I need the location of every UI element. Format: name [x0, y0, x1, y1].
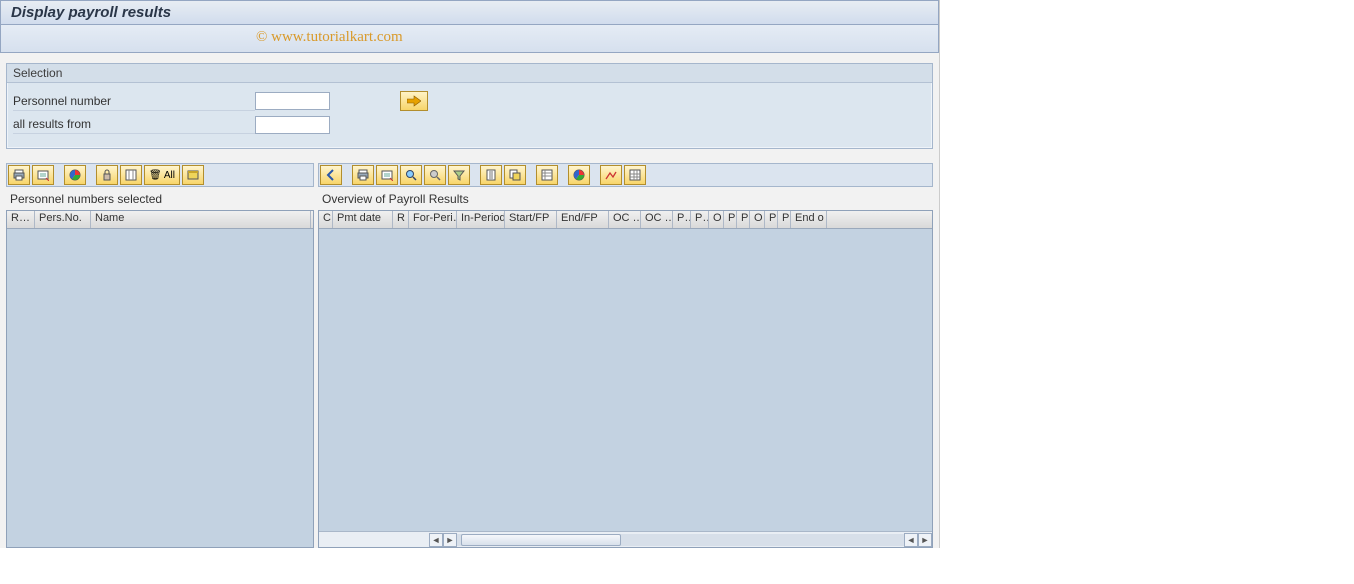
column-header[interactable]: Start/FP: [505, 211, 557, 228]
subtotal-button[interactable]: [504, 165, 526, 185]
print-icon: [13, 169, 25, 181]
print-button[interactable]: [8, 165, 30, 185]
column-header[interactable]: P: [778, 211, 791, 228]
column-header[interactable]: In-Period: [457, 211, 505, 228]
layout-icon: [187, 169, 199, 181]
right-grid: CPmt dateRFor-Peri…In-PeriodStart/FPEnd/…: [318, 210, 933, 548]
sum-button[interactable]: [480, 165, 502, 185]
scroll-thumb[interactable]: [461, 534, 621, 546]
personnel-number-input[interactable]: [255, 92, 330, 110]
left-grid-body: [7, 229, 313, 547]
column-header[interactable]: P: [765, 211, 778, 228]
scroll-right-button[interactable]: ►: [443, 533, 457, 547]
find-next-button[interactable]: [424, 165, 446, 185]
right-grid-body: [319, 229, 932, 531]
grid-button[interactable]: [624, 165, 646, 185]
filter-button[interactable]: [448, 165, 470, 185]
export-button[interactable]: [376, 165, 398, 185]
subtotal-icon: [509, 169, 521, 181]
column-header[interactable]: C: [319, 211, 333, 228]
column-header[interactable]: Pmt date: [333, 211, 393, 228]
print-icon: [357, 169, 369, 181]
export-icon: [37, 169, 49, 181]
all-results-from-input[interactable]: [255, 116, 330, 134]
column-header[interactable]: OC …: [609, 211, 641, 228]
column-header[interactable]: OC …: [641, 211, 673, 228]
column-header[interactable]: End/FP: [557, 211, 609, 228]
filter-icon: [453, 169, 465, 181]
scroll-right-end-button[interactable]: ►: [918, 533, 932, 547]
find-button[interactable]: [400, 165, 422, 185]
column-header[interactable]: P: [737, 211, 750, 228]
layout-button[interactable]: [182, 165, 204, 185]
lock-button[interactable]: [96, 165, 118, 185]
scroll-left-end-button[interactable]: ◄: [904, 533, 918, 547]
columns-icon: [125, 169, 137, 181]
tech-info-icon: [605, 169, 617, 181]
column-header[interactable]: Pers.No.: [35, 211, 91, 228]
column-header[interactable]: End o: [791, 211, 827, 228]
arrow-right-icon: [407, 95, 421, 107]
print-button[interactable]: [352, 165, 374, 185]
right-toolbar: [318, 163, 933, 187]
graphic-button[interactable]: [568, 165, 590, 185]
column-header[interactable]: O: [750, 211, 765, 228]
back-icon: [325, 169, 337, 181]
all-results-from-label: all results from: [13, 115, 255, 134]
column-header[interactable]: P: [724, 211, 737, 228]
left-grid-header: R…Pers.No.Name: [7, 211, 313, 229]
tech-info-button[interactable]: [600, 165, 622, 185]
scroll-left-button[interactable]: ◄: [429, 533, 443, 547]
grid-icon: [629, 169, 641, 181]
selection-panel: Selection Personnel number all results f…: [6, 63, 933, 149]
find-next-icon: [429, 169, 441, 181]
export-button[interactable]: [32, 165, 54, 185]
graphic-icon: [573, 169, 585, 181]
execute-button[interactable]: [400, 91, 428, 111]
column-header[interactable]: P…: [673, 211, 691, 228]
column-header[interactable]: For-Peri…: [409, 211, 457, 228]
column-header[interactable]: Name: [91, 211, 311, 228]
right-grid-header: CPmt dateRFor-Peri…In-PeriodStart/FPEnd/…: [319, 211, 932, 229]
right-section-heading: Overview of Payroll Results: [318, 187, 933, 210]
layout-select-icon: [541, 169, 553, 181]
horizontal-scrollbar[interactable]: ◄ ► ◄ ►: [319, 531, 932, 547]
sum-icon: [485, 169, 497, 181]
selection-heading: Selection: [7, 64, 932, 83]
find-icon: [405, 169, 417, 181]
column-header[interactable]: R: [393, 211, 409, 228]
column-header[interactable]: P…: [691, 211, 709, 228]
column-header[interactable]: O: [709, 211, 724, 228]
left-toolbar: 🗑 All: [6, 163, 314, 187]
back-button[interactable]: [320, 165, 342, 185]
export-icon: [381, 169, 393, 181]
column-header[interactable]: R…: [7, 211, 35, 228]
page-title: Display payroll results: [0, 0, 939, 25]
layout-select-button[interactable]: [536, 165, 558, 185]
watermark: © www.tutorialkart.com: [256, 29, 403, 46]
delete-all-button[interactable]: 🗑 All: [144, 165, 180, 185]
columns-button[interactable]: [120, 165, 142, 185]
left-grid: R…Pers.No.Name: [6, 210, 314, 548]
graphic-icon: [69, 169, 81, 181]
left-section-heading: Personnel numbers selected: [6, 187, 314, 210]
personnel-number-label: Personnel number: [13, 92, 255, 111]
graphic-button[interactable]: [64, 165, 86, 185]
app-toolbar: © www.tutorialkart.com: [0, 25, 939, 53]
lock-icon: [101, 169, 113, 181]
